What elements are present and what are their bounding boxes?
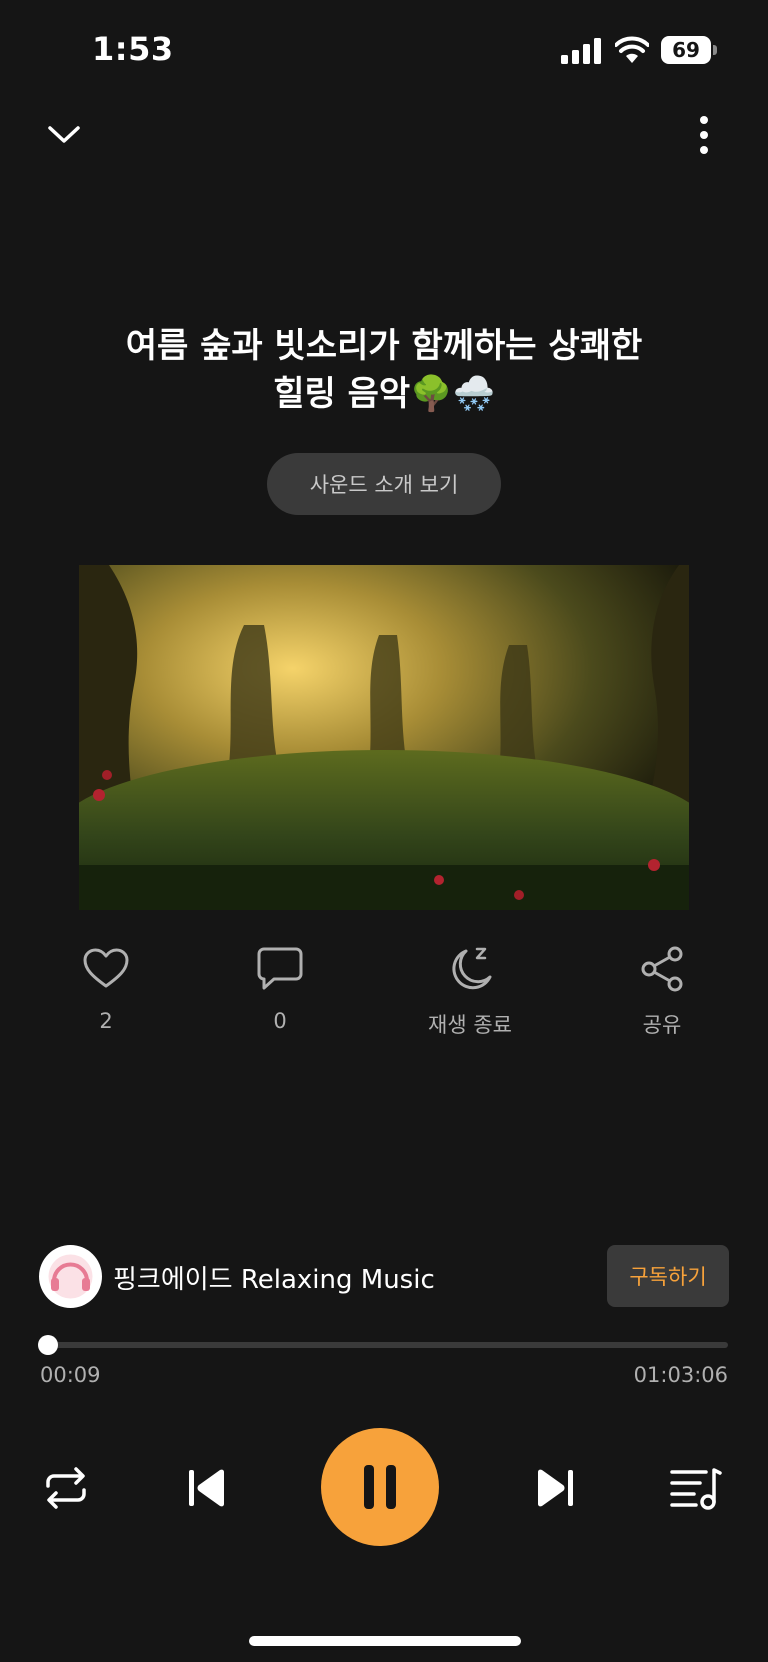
channel-avatar[interactable] — [39, 1245, 102, 1308]
channel-row: 핑크에이드 Relaxing Music 구독하기 — [39, 1245, 729, 1311]
share-button[interactable]: 공유 — [592, 945, 732, 1039]
comment-count: 0 — [273, 1009, 287, 1033]
status-time: 1:53 — [92, 30, 174, 68]
share-label: 공유 — [642, 1013, 682, 1037]
comment-button[interactable]: 0 — [210, 945, 350, 1033]
channel-name[interactable]: 핑크에이드 Relaxing Music — [113, 1259, 435, 1296]
sleep-timer-label: 재생 종료 — [428, 1013, 512, 1037]
skip-previous-icon[interactable] — [184, 1464, 232, 1512]
heart-icon — [83, 948, 129, 988]
skip-next-icon[interactable] — [530, 1464, 578, 1512]
battery-icon: 69 — [661, 36, 717, 64]
like-count: 2 — [99, 1009, 113, 1033]
sound-intro-button[interactable]: 사운드 소개 보기 — [267, 453, 501, 515]
status-bar: 1:53 69 — [0, 0, 768, 100]
sleep-timer-button[interactable]: 재생 종료 — [400, 945, 540, 1039]
share-icon — [641, 946, 683, 992]
cellular-signal-icon — [561, 38, 601, 64]
track-title-line2: 힐링 음악🌳🌨️ — [273, 374, 495, 414]
progress-thumb[interactable] — [37, 1335, 58, 1355]
moon-zzz-icon — [452, 947, 492, 990]
pause-button[interactable] — [321, 1428, 439, 1546]
chevron-down-icon[interactable] — [42, 112, 86, 156]
time-elapsed: 00:09 — [40, 1363, 101, 1387]
action-row: 2 0 재생 종료 공유 — [0, 945, 768, 1055]
pause-icon — [364, 1465, 396, 1509]
subscribe-button[interactable]: 구독하기 — [607, 1245, 729, 1307]
time-total: 01:03:06 — [633, 1363, 728, 1387]
progress-bar[interactable] — [37, 1335, 730, 1359]
comment-icon — [257, 947, 303, 990]
playlist-icon[interactable] — [670, 1464, 722, 1512]
home-indicator — [249, 1636, 521, 1646]
battery-level: 69 — [661, 36, 711, 64]
more-vertical-icon[interactable] — [682, 112, 726, 160]
progress-track[interactable] — [46, 1342, 728, 1348]
repeat-icon[interactable] — [42, 1464, 90, 1512]
wifi-icon — [615, 36, 649, 63]
playback-controls — [0, 1428, 768, 1548]
album-artwork — [79, 565, 689, 910]
track-title: 여름 숲과 빗소리가 함께하는 상쾌한 힐링 음악🌳🌨️ — [60, 322, 708, 418]
track-title-line1: 여름 숲과 빗소리가 함께하는 상쾌한 — [125, 326, 643, 366]
like-button[interactable]: 2 — [36, 945, 176, 1033]
